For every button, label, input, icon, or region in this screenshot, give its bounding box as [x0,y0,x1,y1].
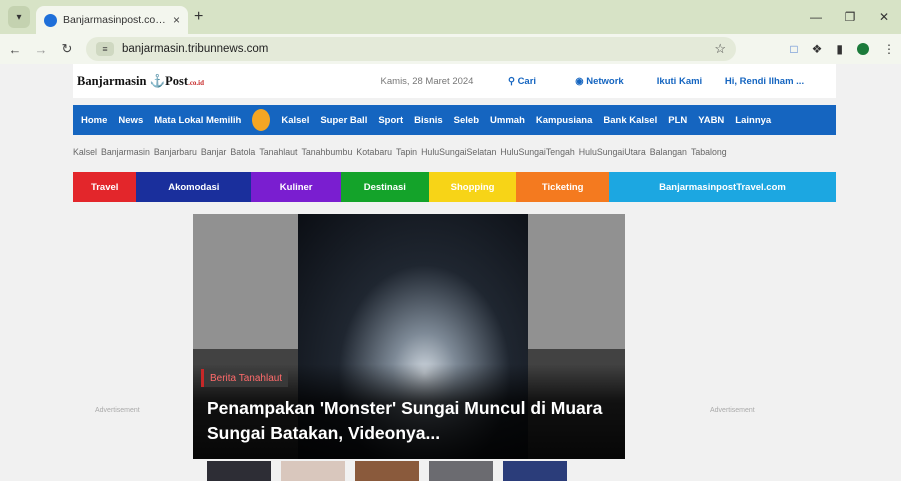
menu-icon[interactable]: ⋮ [883,42,895,56]
region-nav-item[interactable]: Balangan [650,147,687,157]
forward-icon[interactable]: → [30,42,52,57]
main-nav-item[interactable]: Sport [378,115,403,126]
browser-toolbar: ← → ↻ ≡ banjarmasin.tribunnews.com ☆ □ ❖… [0,34,901,64]
category-tab[interactable]: Ticketing [516,172,609,202]
extension-icon[interactable]: □ [790,42,797,56]
restore-icon[interactable]: ❐ [833,10,867,24]
headline-category-tag[interactable]: Berita Tanahlaut [201,369,289,387]
region-nav-item[interactable]: Kotabaru [356,147,392,157]
category-tab[interactable]: BanjarmasinpostTravel.com [608,172,837,202]
thumbnail[interactable] [281,461,345,481]
region-nav-item[interactable]: Tanahlaut [259,147,297,157]
thumbnail[interactable] [355,461,419,481]
star-icon[interactable]: ☆ [714,41,726,57]
main-nav-item[interactable]: Ummah [490,115,525,126]
category-tab[interactable]: Destinasi [340,172,429,202]
tab-title: Banjarmasinpost.co.id - Berita [63,14,167,26]
browser-tab[interactable]: Banjarmasinpost.co.id - Berita × [36,6,188,34]
travel-category-bar: Travel Akomodasi Kuliner Destinasi Shopping T… [73,172,837,202]
region-nav-item[interactable]: Tanahbumbu [301,147,352,157]
tab-search-chevron-down-icon[interactable]: ▾ [8,6,30,28]
region-nav-item[interactable]: Banjarmasin [101,147,150,157]
favicon-icon [44,13,57,27]
main-nav-item[interactable]: Bank Kalsel [603,115,657,126]
site-header: Banjarmasin ⚓Post.co.id Kamis, 28 Maret … [73,64,836,98]
address-bar[interactable]: ≡ banjarmasin.tribunnews.com ☆ [86,37,736,61]
thumbnail[interactable] [503,461,567,481]
region-nav-item[interactable]: HuluSungaiUtara [579,147,646,157]
browser-titlebar: ▾ Banjarmasinpost.co.id - Berita × + — ❐… [0,0,901,34]
web-page: Banjarmasin ⚓Post.co.id Kamis, 28 Maret … [0,64,901,481]
region-nav-item[interactable]: HuluSungaiTengah [500,147,574,157]
region-nav: Kalsel Banjarmasin Banjarbaru Banjar Batola T… [73,142,843,162]
advertisement-right: Advertisement [710,407,755,414]
profile-icon[interactable] [857,43,869,55]
new-tab-icon[interactable]: + [194,8,203,26]
headline-title[interactable]: Penampakan 'Monster' Sungai Muncul di Mu… [207,396,617,446]
toolbar-actions: □ ❖ ▮ ⋮ [790,42,895,56]
main-nav-item[interactable]: Seleb [454,115,479,126]
region-nav-item[interactable]: Batola [230,147,255,157]
category-tab[interactable]: Kuliner [251,172,341,202]
sidebar-icon[interactable]: ▮ [836,42,843,56]
main-nav-item[interactable]: YABN [698,115,724,126]
header-date: Kamis, 28 Maret 2024 [380,75,474,87]
main-nav-item[interactable]: Kalsel [281,115,309,126]
site-logo[interactable]: Banjarmasin ⚓Post.co.id [77,74,367,89]
site-info-icon[interactable]: ≡ [96,42,114,56]
main-nav-item[interactable]: Kampusiana [536,115,593,126]
search-button[interactable]: ⚲ Cari [487,76,557,87]
back-icon[interactable]: ← [4,42,26,57]
region-nav-item[interactable]: Tabalong [691,147,727,157]
follow-button[interactable]: Ikuti Kami [642,76,717,87]
tab-close-icon[interactable]: × [173,13,180,27]
region-nav-item[interactable]: Kalsel [73,147,97,157]
main-nav-item[interactable]: News [118,115,143,126]
main-nav-item[interactable]: Mata Lokal Memilih [154,115,241,126]
region-nav-item[interactable]: Banjarbaru [154,147,197,157]
advertisement-left: Advertisement [95,407,140,414]
main-nav-item[interactable]: Super Ball [320,115,367,126]
map-pin-icon [252,109,271,131]
region-nav-item[interactable]: Banjar [201,147,226,157]
region-nav-item[interactable]: HuluSungaiSelatan [421,147,496,157]
headline-card[interactable]: Berita Tanahlaut Penampakan 'Monster' Su… [193,214,625,459]
network-button[interactable]: ◉ Network [557,76,642,87]
thumbnail-strip [193,461,625,481]
user-greeting[interactable]: Hi, Rendi Ilham ... [717,76,812,87]
category-tab[interactable]: Akomodasi [136,172,252,202]
category-tab[interactable]: Travel [73,172,137,202]
main-nav-item[interactable]: Bisnis [414,115,443,126]
url-text: banjarmasin.tribunnews.com [122,43,269,55]
puzzle-icon[interactable]: ❖ [812,42,823,56]
close-icon[interactable]: ✕ [867,10,901,24]
region-nav-item[interactable]: Tapin [396,147,417,157]
window-controls: — ❐ ✕ [799,0,901,34]
category-tab[interactable]: Shopping [428,172,517,202]
minimize-icon[interactable]: — [799,10,833,24]
main-nav-item[interactable]: Home [81,115,107,126]
reload-icon[interactable]: ↻ [56,41,78,57]
main-nav-item[interactable]: Lainnya [735,115,771,126]
thumbnail[interactable] [207,461,271,481]
main-nav-item[interactable]: PLN [668,115,687,126]
thumbnail[interactable] [429,461,493,481]
main-nav: Home News Mata Lokal Memilih Kalsel Super Ba… [73,105,836,135]
